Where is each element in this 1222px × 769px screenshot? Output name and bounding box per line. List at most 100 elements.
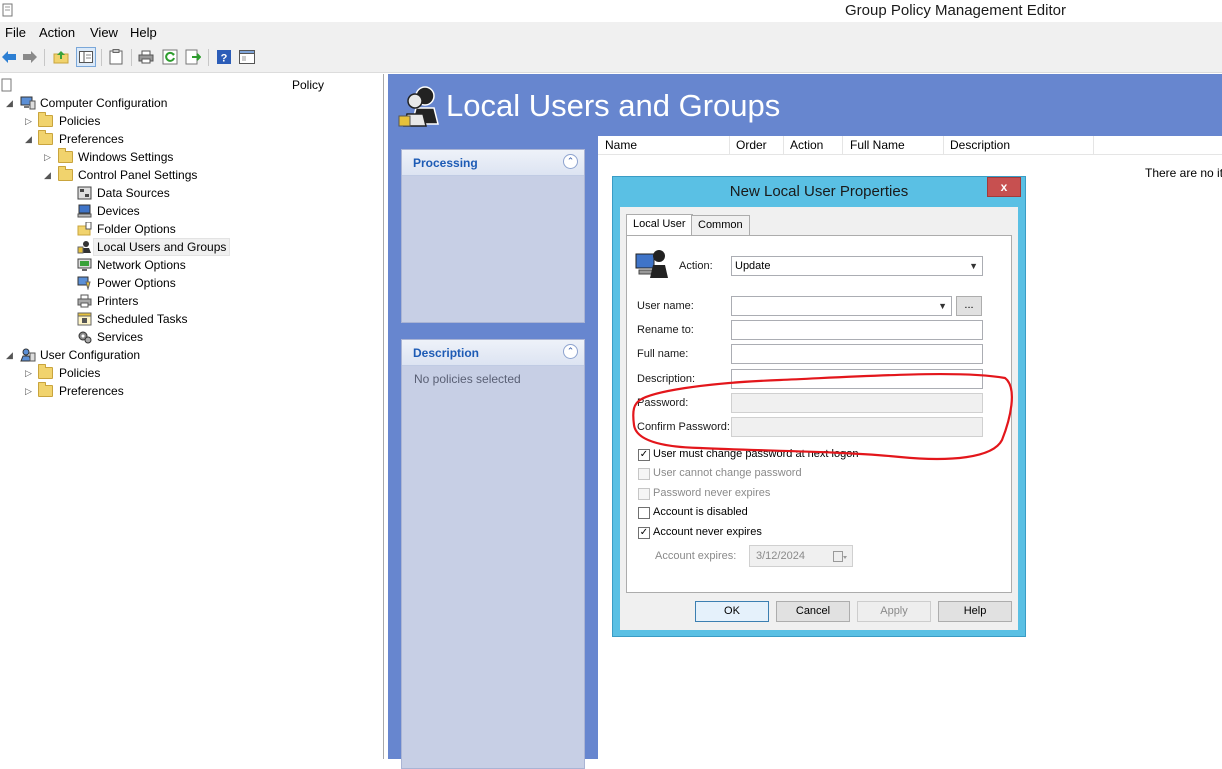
- power-options-icon: [77, 276, 92, 291]
- rename-to-field[interactable]: [731, 320, 983, 340]
- local-user-tab-panel: Action: Update ▼ User name: ▼ ... Rename…: [626, 235, 1012, 593]
- must-change-password-label: User must change password at next logon: [653, 448, 859, 460]
- cannot-change-password-checkbox[interactable]: [638, 468, 650, 480]
- user-name-combo[interactable]: ▼: [731, 296, 952, 316]
- full-name-field[interactable]: [731, 344, 983, 364]
- policy-document-icon: [1, 78, 16, 92]
- account-disabled-label: Account is disabled: [653, 506, 748, 518]
- password-never-expires-checkbox[interactable]: [638, 488, 650, 500]
- password-never-expires-label: Password never expires: [653, 487, 771, 499]
- collapse-chevron-icon[interactable]: ⌃: [563, 154, 578, 169]
- forward-arrow-icon[interactable]: [21, 48, 39, 66]
- console-tree[interactable]: Policy ◢ Computer Configuration ▷ Polici…: [0, 74, 384, 759]
- account-never-expires-checkbox[interactable]: ✓: [638, 527, 650, 539]
- list-header: Name Order Action Full Name Description: [598, 136, 1222, 155]
- collapse-arrow-icon[interactable]: ◢: [25, 130, 35, 148]
- new-local-user-dialog: New Local User Properties x Local User C…: [612, 176, 1026, 637]
- folder-options-icon: [77, 221, 92, 236]
- account-expires-label: Account expires:: [655, 550, 737, 562]
- collapse-arrow-icon[interactable]: ◢: [6, 94, 16, 112]
- browse-user-button[interactable]: ...: [956, 296, 982, 316]
- account-expires-datepicker[interactable]: 3/12/2024: [749, 545, 853, 567]
- confirm-password-field[interactable]: [731, 417, 983, 437]
- clipboard-icon[interactable]: [107, 48, 125, 66]
- devices-icon: [77, 204, 92, 218]
- confirm-password-label: Confirm Password:: [637, 421, 730, 433]
- expand-arrow-icon[interactable]: ▷: [44, 148, 54, 166]
- processing-panel: Processing ⌃: [401, 149, 585, 323]
- banner-title: Local Users and Groups: [446, 88, 781, 123]
- users-large-icon: [398, 84, 442, 128]
- dialog-title: New Local User Properties: [729, 183, 909, 200]
- description-label: Description:: [637, 373, 696, 385]
- menu-help[interactable]: Help: [130, 25, 157, 40]
- printer-icon: [77, 294, 92, 308]
- svg-text:?: ?: [221, 53, 228, 65]
- rename-to-label: Rename to:: [637, 324, 694, 336]
- show-hide-tree-icon[interactable]: [76, 47, 96, 67]
- user-computer-icon: [635, 248, 669, 280]
- expand-arrow-icon[interactable]: ▷: [25, 112, 35, 130]
- title-bar: Group Policy Management Editor: [0, 0, 1222, 22]
- tab-common[interactable]: Common: [691, 215, 750, 236]
- menu-view[interactable]: View: [90, 25, 118, 40]
- collapse-chevron-icon[interactable]: ⌃: [563, 344, 578, 359]
- description-body: No policies selected: [414, 372, 521, 386]
- folder-icon: [58, 148, 73, 164]
- description-title: Description: [413, 346, 480, 360]
- cannot-change-password-label: User cannot change password: [653, 467, 802, 479]
- expand-arrow-icon[interactable]: ▷: [25, 364, 35, 382]
- cancel-button[interactable]: Cancel: [776, 601, 850, 622]
- must-change-password-checkbox[interactable]: ✓: [638, 449, 650, 461]
- tab-local-user[interactable]: Local User: [626, 214, 693, 236]
- collapse-arrow-icon[interactable]: ◢: [44, 166, 54, 184]
- services-gear-icon: [77, 330, 92, 344]
- apply-button[interactable]: Apply: [857, 601, 931, 622]
- action-label: Action:: [679, 260, 713, 272]
- folder-icon: [38, 382, 53, 398]
- column-full-name[interactable]: Full Name: [843, 136, 944, 155]
- empty-list-message: There are no it: [1145, 166, 1222, 180]
- column-name[interactable]: Name: [598, 136, 730, 155]
- account-disabled-checkbox[interactable]: [638, 507, 650, 519]
- chevron-down-icon: ▼: [938, 301, 947, 311]
- full-name-label: Full name:: [637, 348, 689, 360]
- folder-icon: [38, 130, 53, 146]
- toolbar: ?: [0, 43, 1222, 73]
- ok-button[interactable]: OK: [695, 601, 769, 622]
- collapse-arrow-icon[interactable]: ◢: [6, 346, 16, 364]
- control-panel-folder-icon: [58, 166, 73, 182]
- chevron-down-icon: ▼: [969, 261, 978, 271]
- password-field[interactable]: [731, 393, 983, 413]
- back-arrow-icon[interactable]: [0, 48, 18, 66]
- column-order[interactable]: Order: [729, 136, 784, 155]
- calendar-icon: [833, 550, 847, 562]
- print-icon[interactable]: [137, 48, 155, 66]
- help-icon[interactable]: ?: [215, 48, 233, 66]
- menu-file[interactable]: File: [5, 25, 26, 40]
- description-field[interactable]: [731, 369, 983, 389]
- extension-banner: Local Users and Groups: [388, 74, 1222, 136]
- folder-icon: [38, 112, 53, 128]
- dialog-client: Local User Common Action: Update ▼ User …: [620, 207, 1018, 630]
- processing-title: Processing: [413, 156, 478, 170]
- password-label: Password:: [637, 397, 689, 409]
- expand-arrow-icon[interactable]: ▷: [25, 382, 35, 400]
- users-icon: [77, 240, 92, 254]
- properties-icon[interactable]: [238, 48, 256, 66]
- action-select[interactable]: Update ▼: [731, 256, 983, 276]
- account-never-expires-label: Account never expires: [653, 526, 762, 538]
- menu-action[interactable]: Action: [39, 25, 75, 40]
- scheduled-tasks-icon: [77, 312, 92, 326]
- export-list-icon[interactable]: [184, 48, 202, 66]
- refresh-icon[interactable]: [161, 48, 179, 66]
- column-description[interactable]: Description: [943, 136, 1094, 155]
- close-button[interactable]: x: [987, 177, 1021, 197]
- help-button[interactable]: Help: [938, 601, 1012, 622]
- column-action[interactable]: Action: [783, 136, 843, 155]
- window-title: Group Policy Management Editor: [845, 2, 1066, 19]
- task-pane: Processing ⌃ Description ⌃ No policies s…: [388, 136, 598, 769]
- up-folder-icon[interactable]: [52, 48, 70, 66]
- description-panel: Description ⌃ No policies selected: [401, 339, 585, 769]
- tree-root-label: Policy: [292, 78, 325, 92]
